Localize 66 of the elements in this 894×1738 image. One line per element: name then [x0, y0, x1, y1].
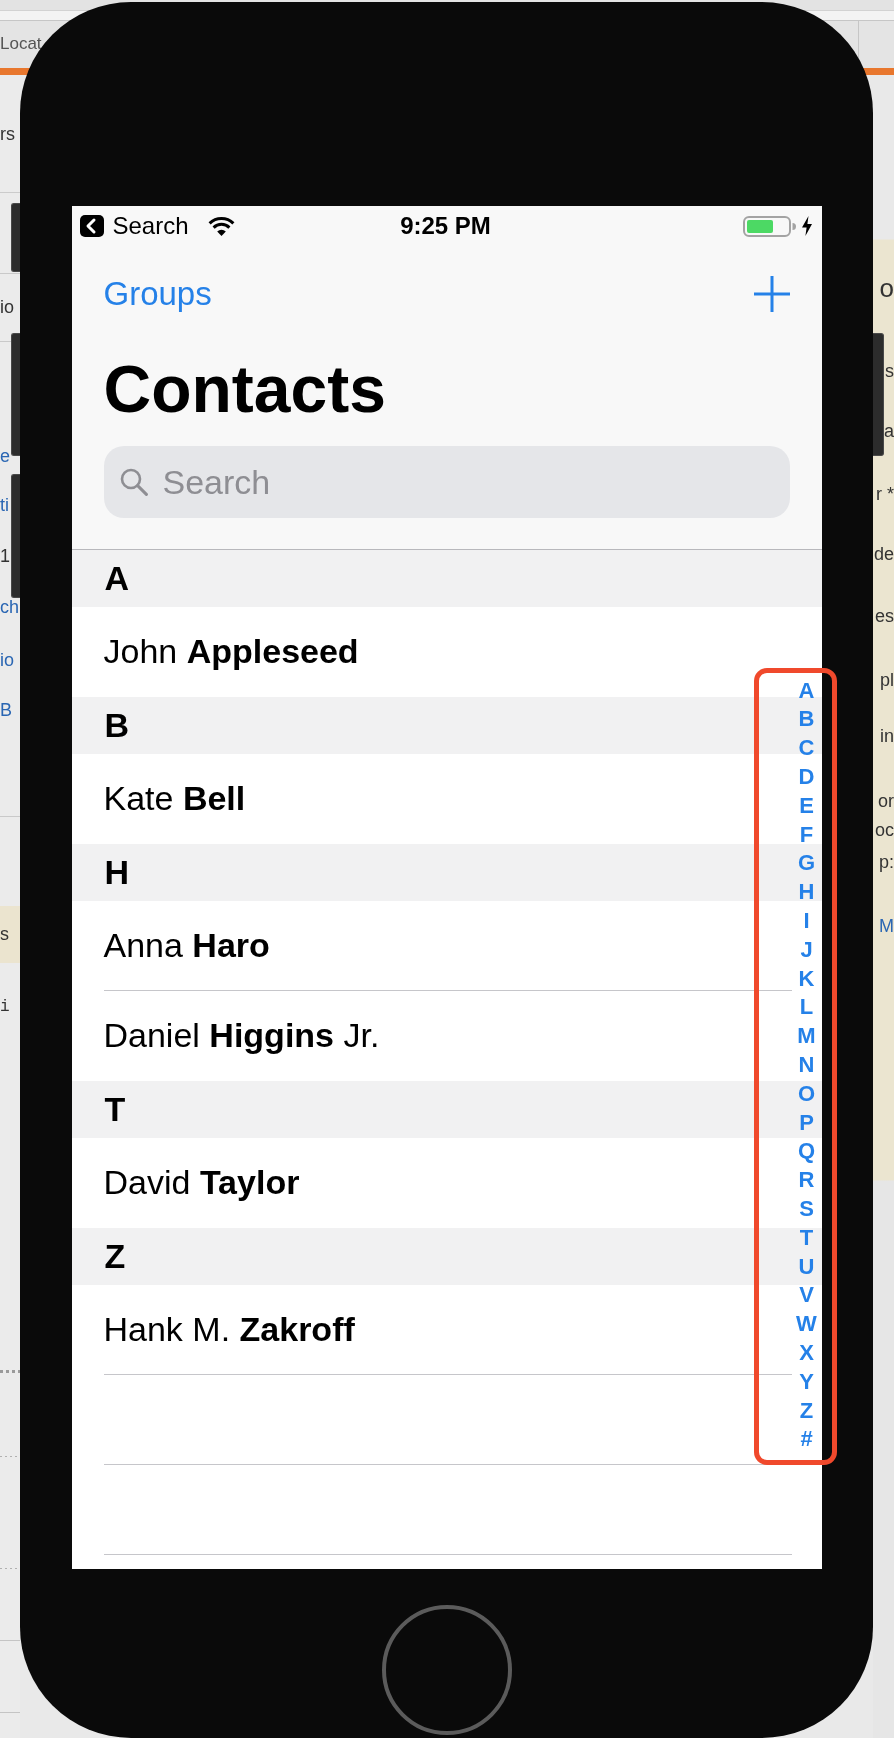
partial-link[interactable]: ti [0, 495, 9, 515]
index-letter[interactable]: X [791, 1338, 822, 1368]
section-header: A [71, 550, 822, 607]
partial-link[interactable]: ch [0, 597, 19, 617]
index-letter[interactable]: U [791, 1252, 822, 1282]
partial-text: io [0, 297, 14, 317]
partial-text: or [878, 791, 894, 811]
partial-text: oc [875, 820, 894, 840]
index-letter[interactable]: P [791, 1108, 822, 1138]
partial-text: es [875, 606, 894, 626]
index-letter[interactable]: F [791, 820, 822, 850]
index-letter[interactable]: # [791, 1425, 822, 1455]
partial-text: p: [879, 852, 894, 872]
partial-text: a [884, 421, 894, 441]
index-letter[interactable]: D [791, 763, 822, 792]
highlighted-text: s [0, 906, 20, 963]
battery-icon [742, 215, 796, 237]
partial-text: 1 [0, 546, 10, 566]
partial-text: rs [0, 124, 15, 144]
side-button[interactable] [11, 474, 20, 598]
index-letter[interactable]: Q [791, 1137, 822, 1167]
index-letter[interactable]: E [791, 791, 822, 821]
partial-link[interactable]: M [879, 916, 894, 936]
groups-button[interactable]: Groups [103, 274, 212, 314]
index-letter[interactable]: N [791, 1050, 822, 1080]
partial-text: pl [880, 670, 894, 690]
index-letter[interactable]: C [791, 734, 822, 763]
search-field[interactable]: Search [103, 446, 790, 518]
index-letter[interactable]: G [791, 849, 822, 879]
back-to-app-button[interactable]: Search [79, 212, 189, 240]
add-button[interactable] [753, 276, 790, 312]
toolbar-text: Locat [0, 34, 42, 54]
index-letter[interactable]: I [791, 906, 822, 936]
index-letter[interactable]: T [791, 1223, 822, 1253]
index-letter[interactable]: H [791, 878, 822, 907]
index-letter[interactable]: Z [791, 1396, 822, 1426]
home-button[interactable] [381, 1605, 512, 1735]
plus-icon [753, 276, 790, 312]
index-letter[interactable]: B [791, 705, 822, 735]
partial-text: r * [876, 484, 894, 504]
index-letter[interactable]: O [791, 1079, 822, 1109]
code-text: i [0, 997, 10, 1017]
index-letter[interactable]: Y [791, 1367, 822, 1397]
side-button[interactable] [11, 203, 20, 272]
partial-text: de [873, 544, 894, 564]
index-letter[interactable]: J [791, 935, 822, 965]
partial-heading: o [879, 273, 894, 303]
index-letter[interactable]: V [791, 1281, 822, 1311]
index-letter[interactable]: A [791, 676, 822, 706]
wifi-icon [207, 216, 235, 236]
search-icon [119, 468, 148, 496]
partial-link[interactable]: e [0, 446, 10, 466]
index-letter[interactable]: K [791, 964, 822, 994]
index-letter[interactable]: S [791, 1194, 822, 1224]
partial-text: s [885, 361, 894, 381]
partial-text: in [880, 726, 894, 746]
partial-link[interactable]: B [0, 700, 12, 720]
side-button[interactable] [11, 333, 20, 456]
side-button[interactable] [873, 333, 884, 456]
index-letter[interactable]: R [791, 1166, 822, 1195]
index-letter[interactable]: M [791, 1022, 822, 1051]
status-time: 9:25 PM [400, 212, 491, 240]
partial-link[interactable]: io [0, 650, 14, 670]
page-title: Contacts [102, 356, 387, 422]
index-letter[interactable]: L [791, 993, 822, 1023]
index-letter[interactable]: W [791, 1310, 822, 1339]
